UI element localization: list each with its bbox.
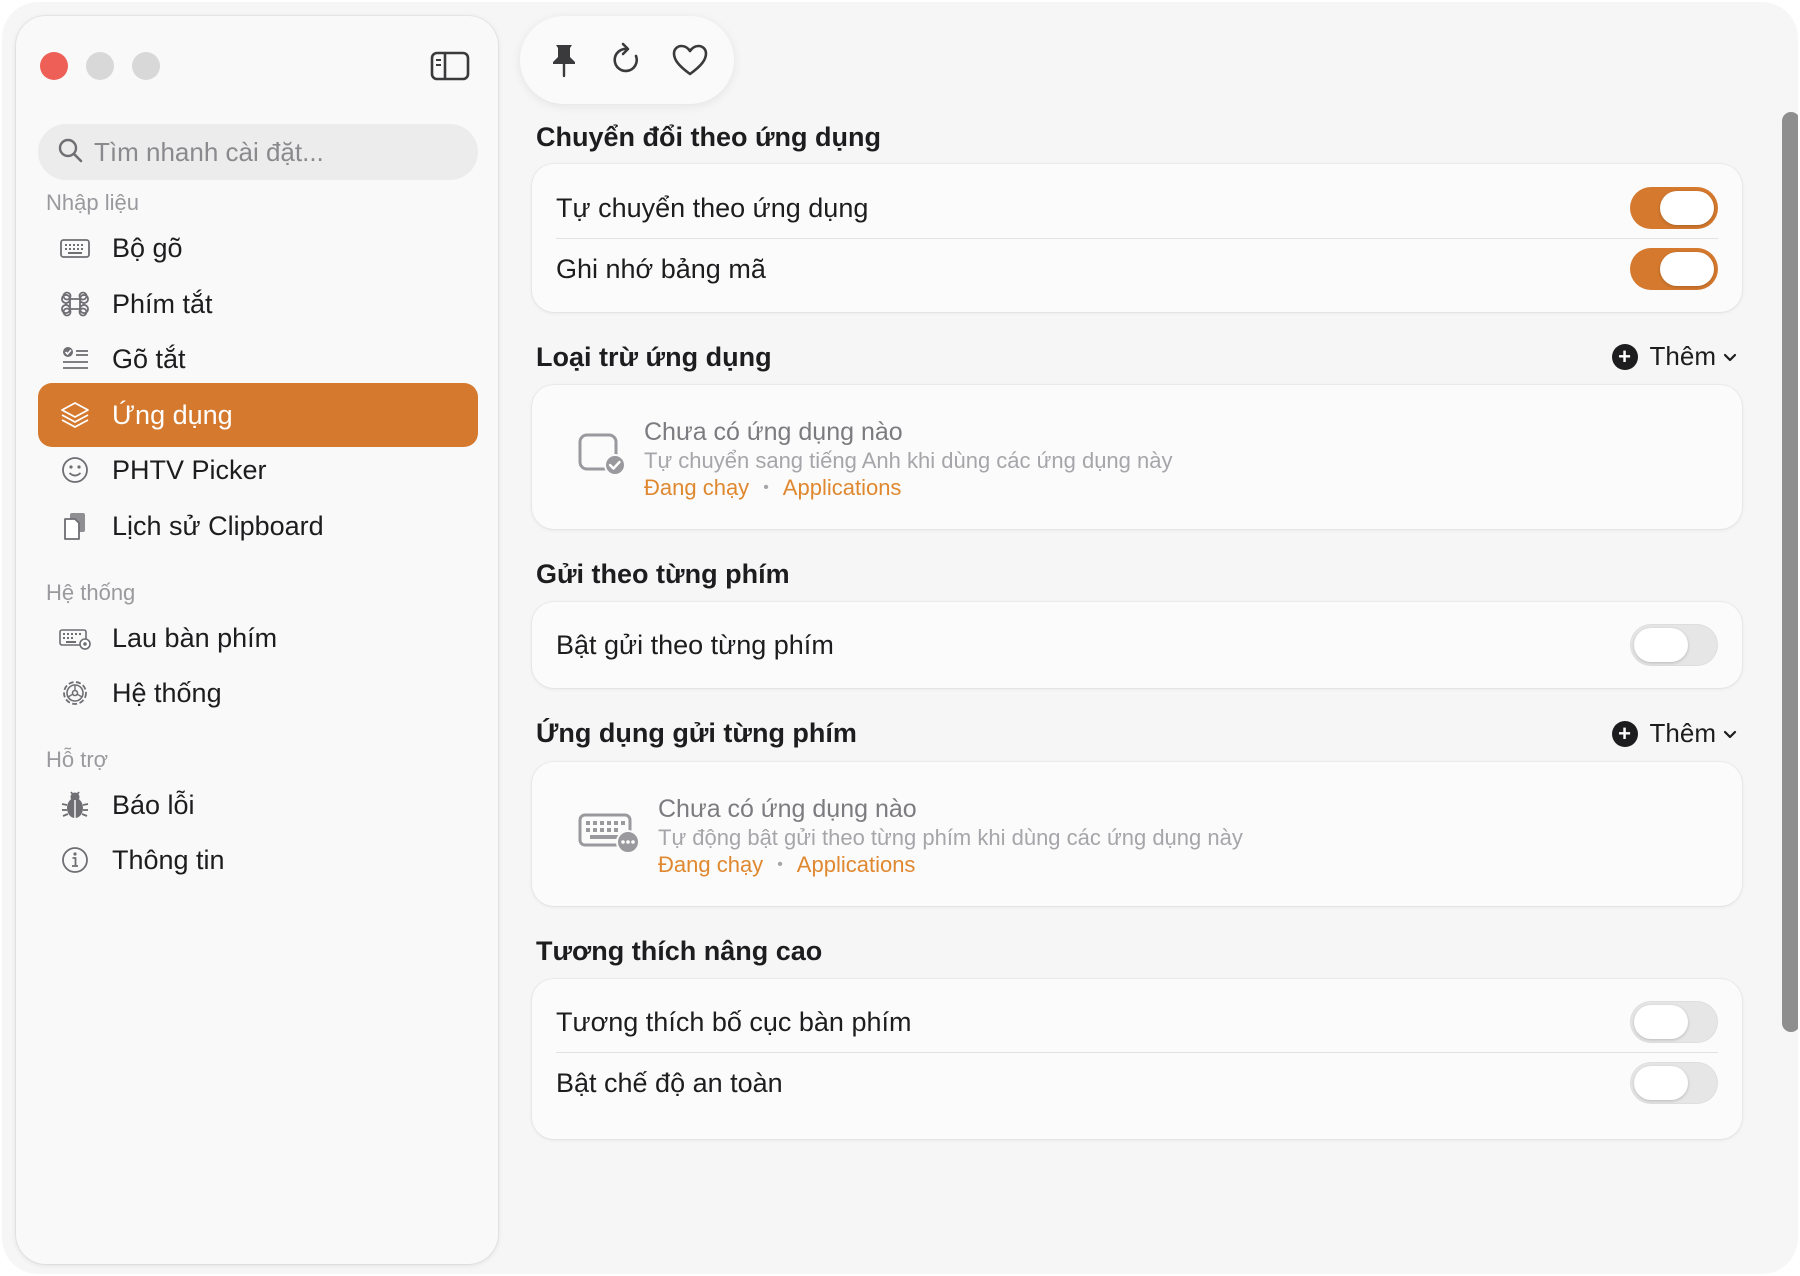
setting-row-safe-mode: Bật chế độ an toàn — [556, 1048, 1718, 1118]
keyboard-layout-toggle[interactable] — [1630, 1001, 1718, 1043]
keyboard-more-icon — [578, 812, 640, 859]
running-apps-link[interactable]: Đang chạy — [644, 475, 749, 501]
setting-row-remember-charset: Ghi nhớ bảng mã — [556, 234, 1718, 304]
empty-description: Tự chuyển sang tiếng Anh khi dùng các ứn… — [644, 448, 1173, 473]
exclude-add-button[interactable]: + Thêm — [1611, 341, 1738, 372]
section-title-send-key-apps: Ứng dụng gửi từng phím — [536, 718, 857, 748]
section-title-exclude: Loại trừ ứng dụng — [536, 342, 772, 372]
card-send-key: Bật gửi theo từng phím — [532, 602, 1742, 688]
empty-description: Tự động bật gửi theo từng phím khi dùng … — [658, 825, 1243, 850]
applications-link[interactable]: Applications — [783, 475, 902, 501]
empty-title: Chưa có ứng dụng nào — [644, 418, 903, 446]
send-key-toggle[interactable] — [1630, 624, 1718, 666]
plus-icon: + — [1611, 720, 1638, 747]
send-key-apps-add-button[interactable]: + Thêm — [1611, 718, 1738, 749]
chevron-down-icon — [1723, 730, 1737, 738]
section-title-send-key: Gửi theo từng phím — [536, 559, 790, 589]
card-exclude-empty: Chưa có ứng dụng nào Tự chuyển sang tiến… — [532, 385, 1742, 529]
add-label: Thêm — [1649, 341, 1716, 371]
card-app-switch: Tự chuyển theo ứng dụng Ghi nhớ bảng mã — [532, 164, 1742, 312]
setting-row-auto-switch: Tự chuyển theo ứng dụng — [556, 173, 1718, 243]
app-check-icon — [578, 433, 628, 484]
section-title-app-switch: Chuyển đổi theo ứng dụng — [536, 122, 882, 152]
setting-label: Bật chế độ an toàn — [556, 1067, 783, 1098]
setting-label: Tự chuyển theo ứng dụng — [556, 192, 869, 223]
running-apps-link[interactable]: Đang chạy — [658, 852, 763, 878]
vertical-scrollbar[interactable] — [1782, 112, 1798, 1032]
auto-switch-toggle[interactable] — [1630, 187, 1718, 229]
card-send-key-apps-empty: Chưa có ứng dụng nào Tự động bật gửi the… — [532, 762, 1742, 906]
setting-row-keyboard-layout: Tương thích bố cục bàn phím — [556, 987, 1718, 1057]
section-title-advanced: Tương thích nâng cao — [536, 936, 823, 966]
setting-row-send-key: Bật gửi theo từng phím — [556, 610, 1718, 680]
empty-links: Đang chạy • Applications — [644, 475, 902, 501]
app-window: Nhập liệu Bộ gõ Phím tắt Gõ tắt Ứng dụng… — [2, 2, 1798, 1274]
setting-label: Ghi nhớ bảng mã — [556, 253, 766, 284]
empty-links: Đang chạy • Applications — [658, 852, 916, 878]
setting-label: Tương thích bố cục bàn phím — [556, 1006, 912, 1037]
main-content: Chuyển đổi theo ứng dụng Tự chuyển theo … — [2, 2, 1798, 1274]
add-label: Thêm — [1649, 718, 1716, 748]
safe-mode-toggle[interactable] — [1630, 1062, 1718, 1104]
remember-charset-toggle[interactable] — [1630, 248, 1718, 290]
setting-label: Bật gửi theo từng phím — [556, 629, 834, 660]
empty-title: Chưa có ứng dụng nào — [658, 795, 917, 823]
card-advanced: Tương thích bố cục bàn phím Bật chế độ a… — [532, 979, 1742, 1139]
applications-link[interactable]: Applications — [797, 852, 916, 878]
plus-icon: + — [1611, 343, 1638, 370]
chevron-down-icon — [1723, 353, 1737, 361]
